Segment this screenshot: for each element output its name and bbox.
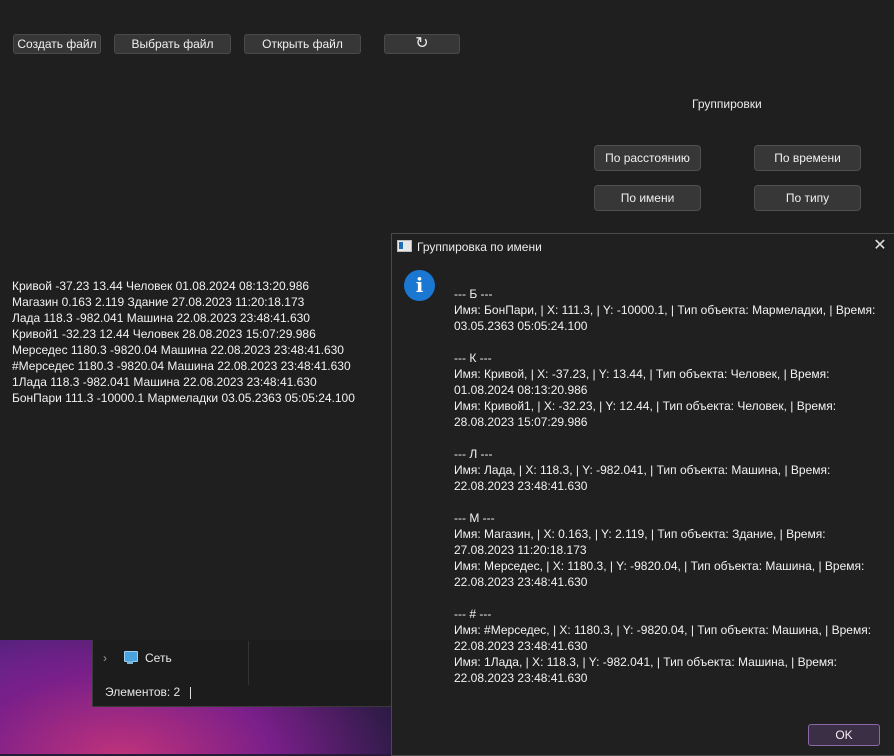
app-window-icon xyxy=(397,240,412,252)
group-header: --- Л --- xyxy=(454,447,493,461)
dialog-message: --- Б --- Имя: БонПари, | X: 111.3, | Y:… xyxy=(454,286,884,702)
choose-file-button[interactable]: Выбрать файл xyxy=(114,34,231,54)
group-header: --- К --- xyxy=(454,351,492,365)
group-section: --- К --- Имя: Кривой, | X: -37.23, | Y:… xyxy=(454,350,884,430)
group-by-type-button[interactable]: По типу xyxy=(754,185,861,211)
pane-divider xyxy=(248,641,249,685)
group-section: --- Л --- Имя: Лада, | X: 118.3, | Y: -9… xyxy=(454,446,884,494)
status-bar: Элементов: 2 xyxy=(105,685,192,699)
group-line: Имя: #Мерседес, | X: 1180.3, | Y: -9820.… xyxy=(454,623,872,653)
group-line: Имя: Мерседес, | X: 1180.3, | Y: -9820.0… xyxy=(454,559,865,589)
dialog-title: Группировка по имени xyxy=(417,240,542,254)
chevron-right-icon[interactable]: › xyxy=(103,651,121,665)
list-item: #Мерседес 1180.3 -9820.04 Машина 22.08.2… xyxy=(12,359,351,373)
ok-button[interactable]: OK xyxy=(808,724,880,746)
list-item: Лада 118.3 -982.041 Машина 22.08.2023 23… xyxy=(12,311,310,325)
group-section: --- Б --- Имя: БонПари, | X: 111.3, | Y:… xyxy=(454,286,884,334)
group-line: Имя: Магазин, | X: 0.163, | Y: 2.119, | … xyxy=(454,527,826,557)
list-item: Кривой -37.23 13.44 Человек 01.08.2024 0… xyxy=(12,279,310,293)
group-by-distance-button[interactable]: По расстоянию xyxy=(594,145,701,171)
close-icon[interactable]: ✕ xyxy=(870,236,890,256)
group-line: Имя: 1Лада, | X: 118.3, | Y: -982.041, |… xyxy=(454,655,838,685)
grouping-dialog: Группировка по имени ✕ i --- Б --- Имя: … xyxy=(391,233,894,756)
refresh-icon: ↻ xyxy=(415,35,429,52)
group-header: --- Б --- xyxy=(454,287,493,301)
group-by-time-button[interactable]: По времени xyxy=(754,145,861,171)
status-separator xyxy=(190,686,192,699)
group-by-name-button[interactable]: По имени xyxy=(594,185,701,211)
title-bar xyxy=(0,0,894,10)
list-item: Мерседес 1180.3 -9820.04 Машина 22.08.20… xyxy=(12,343,344,357)
group-line: Имя: Кривой, | X: -37.23, | Y: 13.44, | … xyxy=(454,367,830,397)
list-item: 1Лада 118.3 -982.041 Машина 22.08.2023 2… xyxy=(12,375,317,389)
dialog-title-bar: Группировка по имени ✕ xyxy=(392,234,894,258)
item-count: Элементов: 2 xyxy=(105,685,181,699)
refresh-button[interactable]: ↻ xyxy=(384,34,460,54)
list-item: Кривой1 -32.23 12.44 Человек 28.08.2023 … xyxy=(12,327,316,341)
sidebar-item-label: Сеть xyxy=(145,651,172,665)
group-header: --- # --- xyxy=(454,607,492,621)
group-line: Имя: БонПари, | X: 111.3, | Y: -10000.1,… xyxy=(454,303,876,333)
group-line: Имя: Лада, | X: 118.3, | Y: -982.041, | … xyxy=(454,463,831,493)
group-header: --- М --- xyxy=(454,511,495,525)
info-icon: i xyxy=(404,270,435,301)
groupings-label: Группировки xyxy=(692,97,762,111)
group-line: Имя: Кривой1, | X: -32.23, | Y: 12.44, |… xyxy=(454,399,837,429)
open-file-button[interactable]: Открыть файл xyxy=(244,34,361,54)
network-icon xyxy=(121,650,139,666)
records-list: Кривой -37.23 13.44 Человек 01.08.2024 0… xyxy=(12,278,355,406)
list-item: БонПари 111.3 -10000.1 Мармеладки 03.05.… xyxy=(12,391,355,405)
group-section: --- # --- Имя: #Мерседес, | X: 1180.3, |… xyxy=(454,606,884,686)
sidebar-item-network[interactable]: › Сеть xyxy=(103,647,172,669)
group-section: --- М --- Имя: Магазин, | X: 0.163, | Y:… xyxy=(454,510,884,590)
create-file-button[interactable]: Создать файл xyxy=(13,34,101,54)
list-item: Магазин 0.163 2.119 Здание 27.08.2023 11… xyxy=(12,295,305,309)
